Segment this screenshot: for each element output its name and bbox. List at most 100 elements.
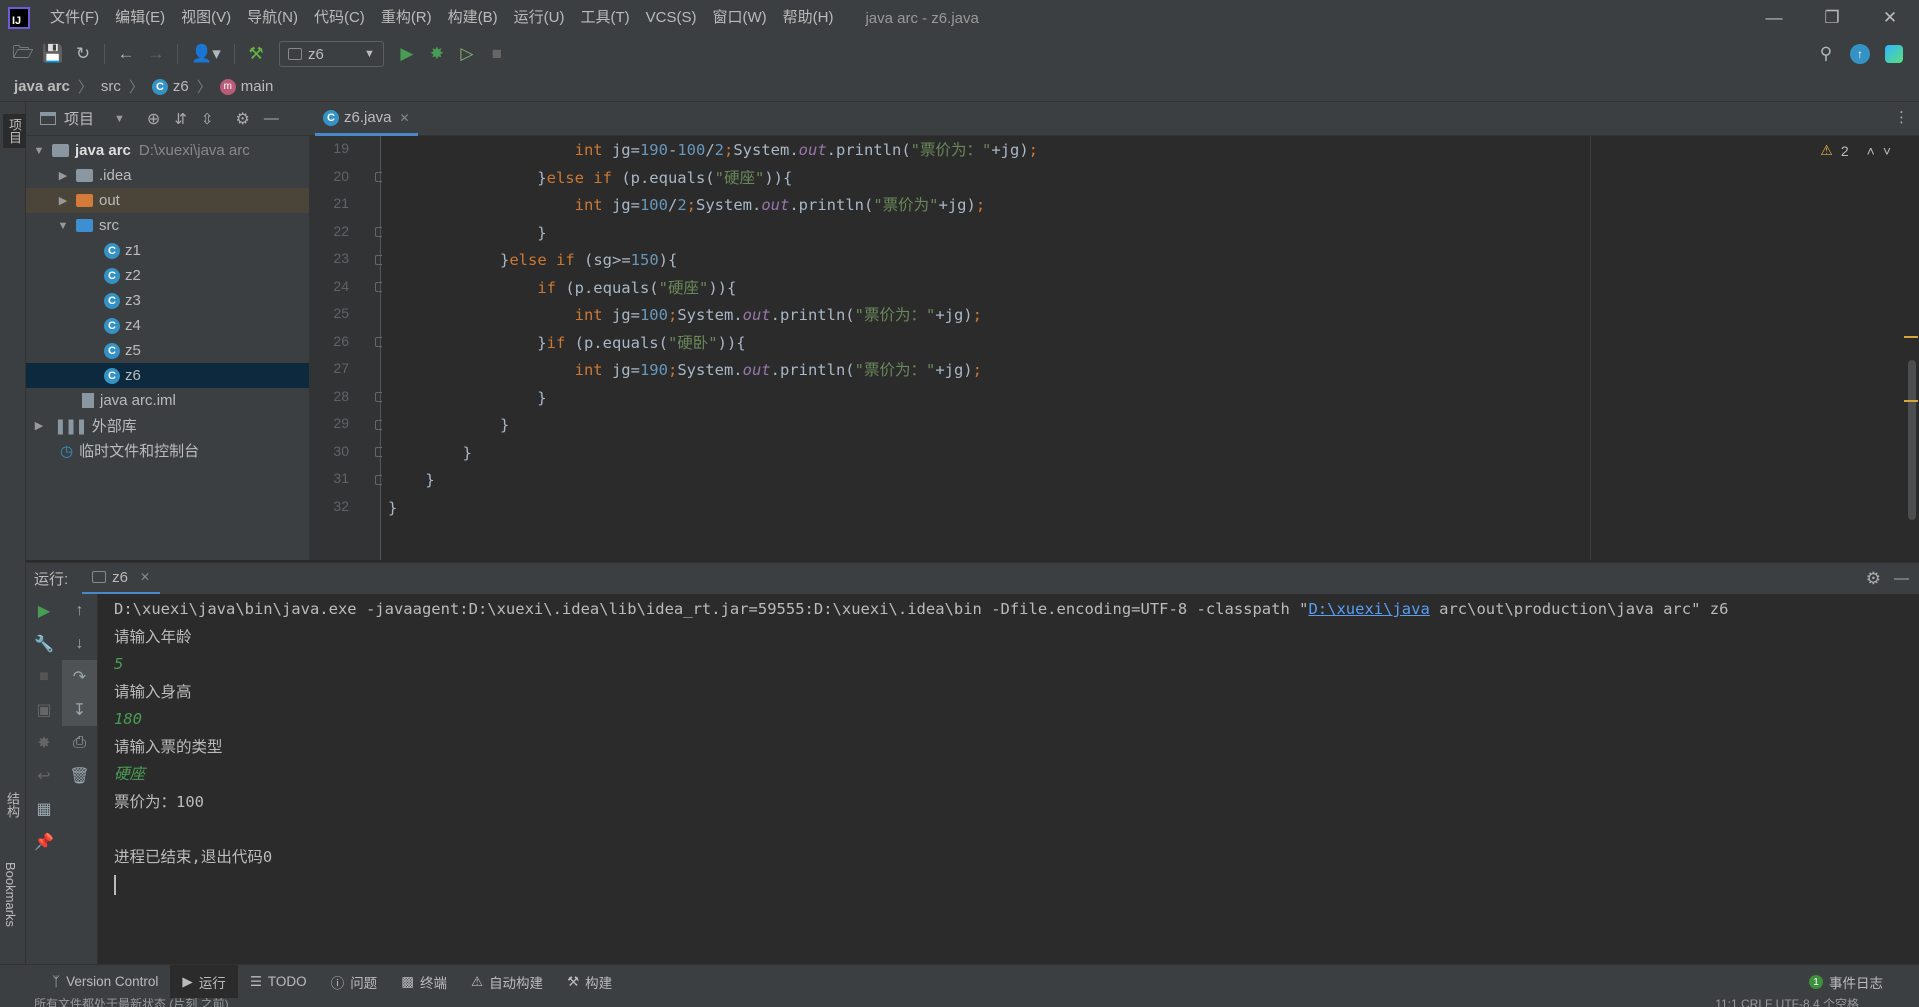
tab-z6-java[interactable]: C z6.java ✕ (315, 102, 418, 136)
close-button[interactable]: ✕ (1861, 0, 1919, 36)
chevron-up-icon[interactable]: ˄ (1867, 143, 1875, 159)
gear-icon[interactable]: ⚙ (1866, 569, 1881, 589)
scroll-to-end-icon[interactable]: ↧ (62, 693, 97, 726)
user-icon[interactable]: 👤▾ (184, 40, 228, 68)
tree-item-class[interactable]: C z5 (26, 338, 309, 363)
trash-icon[interactable]: 🗑 (62, 759, 97, 792)
menu-window[interactable]: 窗口(W) (704, 0, 774, 36)
status-info[interactable]: 11:1 CRLF UTF-8 4 个空格 (1715, 998, 1859, 1007)
inspection-widget[interactable]: ⚠ 2 ˄ ˅ (1820, 142, 1891, 159)
chevron-right-icon[interactable]: ▶ (56, 194, 70, 207)
breadcrumb-project[interactable]: java arc (14, 78, 70, 95)
camera-icon[interactable]: ▣ (26, 693, 62, 726)
warning-stripe[interactable] (1904, 336, 1918, 338)
intellij-logo-icon[interactable]: IJ (8, 7, 30, 29)
collapse-all-icon[interactable]: ⇳ (201, 110, 214, 128)
todo-tool[interactable]: ☰ TODO (238, 965, 319, 999)
tree-item-class[interactable]: C z4 (26, 313, 309, 338)
chevron-down-icon[interactable]: ▼ (56, 220, 70, 232)
locate-icon[interactable]: ⊕ (147, 109, 160, 129)
tree-item-root[interactable]: ▼ java arc D:\xuexi\java arc (26, 138, 309, 163)
restore-button[interactable]: ❐ (1803, 0, 1861, 36)
layout-icon[interactable]: ▦ (26, 792, 62, 825)
search-icon[interactable]: ⚲ (1811, 40, 1841, 68)
coverage-icon[interactable]: ▷ (452, 40, 482, 68)
project-view-select[interactable]: 项目 (64, 108, 94, 129)
breadcrumb-class[interactable]: z6 (173, 78, 189, 95)
stop-icon[interactable]: ■ (482, 40, 512, 68)
tree-item-class[interactable]: C z2 (26, 263, 309, 288)
menu-vcs[interactable]: VCS(S) (638, 0, 705, 36)
pin-icon[interactable]: 📌 (26, 825, 62, 858)
tree-item-class[interactable]: C z1 (26, 238, 309, 263)
code-editor[interactable]: int jg=190-100/2;System.out.println("票价为… (382, 136, 1919, 560)
chevron-right-icon[interactable]: ▶ (32, 419, 46, 432)
chevron-down-icon[interactable]: ▼ (114, 113, 125, 125)
debug-icon[interactable]: ✸ (422, 40, 452, 68)
stop-icon[interactable]: ■ (26, 660, 62, 693)
run-configuration-select[interactable]: z6 ▼ (279, 41, 384, 67)
warning-stripe[interactable] (1904, 400, 1918, 402)
menu-navigate[interactable]: 导航(N) (239, 0, 306, 36)
arrow-down-icon[interactable]: ↓ (62, 627, 97, 660)
back-arrow-icon[interactable]: ← (111, 40, 141, 68)
menu-view[interactable]: 视图(V) (173, 0, 239, 36)
tree-item-src[interactable]: ▼ src (26, 213, 309, 238)
menu-help[interactable]: 帮助(H) (775, 0, 842, 36)
build-hammer-icon[interactable]: ⚒ (241, 40, 271, 68)
forward-arrow-icon[interactable]: → (141, 40, 171, 68)
breadcrumb-src[interactable]: src (101, 78, 121, 95)
menu-tools[interactable]: 工具(T) (572, 0, 637, 36)
update-icon[interactable]: ↑ (1845, 40, 1875, 68)
wrench-icon[interactable]: 🔧 (26, 627, 62, 660)
run-tool[interactable]: ▶ 运行 (170, 964, 238, 999)
toolbox-icon[interactable] (1879, 40, 1909, 68)
more-tabs-icon[interactable]: ⋮ (1894, 108, 1909, 126)
run-console[interactable]: D:\xuexi\java\bin\java.exe -javaagent:D:… (98, 594, 1919, 964)
debug-icon[interactable]: ✸ (26, 726, 62, 759)
problems-tool[interactable]: ⓘ 问题 (319, 965, 390, 999)
run-tab-z6[interactable]: z6 ✕ (82, 563, 161, 595)
minimize-button[interactable]: — (1745, 0, 1803, 36)
arrow-up-icon[interactable]: ↑ (62, 594, 97, 627)
soft-wrap-icon[interactable]: ↷ (62, 660, 97, 693)
tree-item-class[interactable]: C z3 (26, 288, 309, 313)
terminal-tool[interactable]: ▩ 终端 (389, 965, 459, 999)
editor-scrollbar[interactable] (1908, 360, 1916, 520)
run-icon[interactable]: ▶ (392, 40, 422, 68)
sync-icon[interactable]: ↻ (68, 40, 98, 68)
structure-tool-tab[interactable]: 结构 (3, 792, 22, 818)
tree-item-idea[interactable]: ▶ .idea (26, 163, 309, 188)
menu-refactor[interactable]: 重构(R) (373, 0, 440, 36)
classpath-link[interactable]: D:\xuexi\java (1308, 600, 1429, 618)
tree-item-iml[interactable]: java arc.iml (26, 388, 309, 413)
expand-all-icon[interactable]: ⇵ (174, 110, 187, 128)
close-tab-icon[interactable]: ✕ (400, 111, 410, 125)
save-all-icon[interactable]: 💾 (38, 40, 68, 68)
status-message[interactable]: 所有文件都处于最新状态 (片刻 之前) (34, 998, 229, 1007)
exit-icon[interactable]: ↩ (26, 759, 62, 792)
menu-edit[interactable]: 编辑(E) (107, 0, 173, 36)
menu-build[interactable]: 构建(B) (440, 0, 506, 36)
tree-item-scratches[interactable]: ◷ 临时文件和控制台 (26, 438, 309, 463)
tree-item-libraries[interactable]: ▶ ❚❚❚ 外部库 (26, 413, 309, 438)
chevron-down-icon[interactable]: ▼ (32, 145, 46, 157)
breadcrumb-method[interactable]: main (241, 78, 274, 95)
version-control-tool[interactable]: ᛉ Version Control (40, 965, 170, 999)
tree-item-class-selected[interactable]: C z6 (26, 363, 309, 388)
project-tool-tab[interactable]: 项目 (3, 114, 26, 148)
hide-icon[interactable]: — (264, 110, 279, 127)
menu-run[interactable]: 运行(U) (506, 0, 573, 36)
auto-build-tool[interactable]: ⚠ 自动构建 (459, 965, 555, 999)
build-tool[interactable]: ⚒ 构建 (555, 965, 624, 999)
hide-icon[interactable]: — (1894, 570, 1909, 587)
gear-icon[interactable]: ⚙ (235, 109, 249, 129)
menu-code[interactable]: 代码(C) (306, 0, 373, 36)
bookmarks-tool-tab[interactable]: Bookmarks (3, 862, 18, 927)
close-tab-icon[interactable]: ✕ (140, 570, 150, 584)
chevron-right-icon[interactable]: ▶ (56, 169, 70, 182)
chevron-down-icon[interactable]: ˅ (1883, 143, 1891, 159)
tree-item-out[interactable]: ▶ out (26, 188, 309, 213)
event-log-tool[interactable]: 1 事件日志 (1809, 965, 1883, 999)
rerun-icon[interactable]: ▶ (26, 594, 62, 627)
